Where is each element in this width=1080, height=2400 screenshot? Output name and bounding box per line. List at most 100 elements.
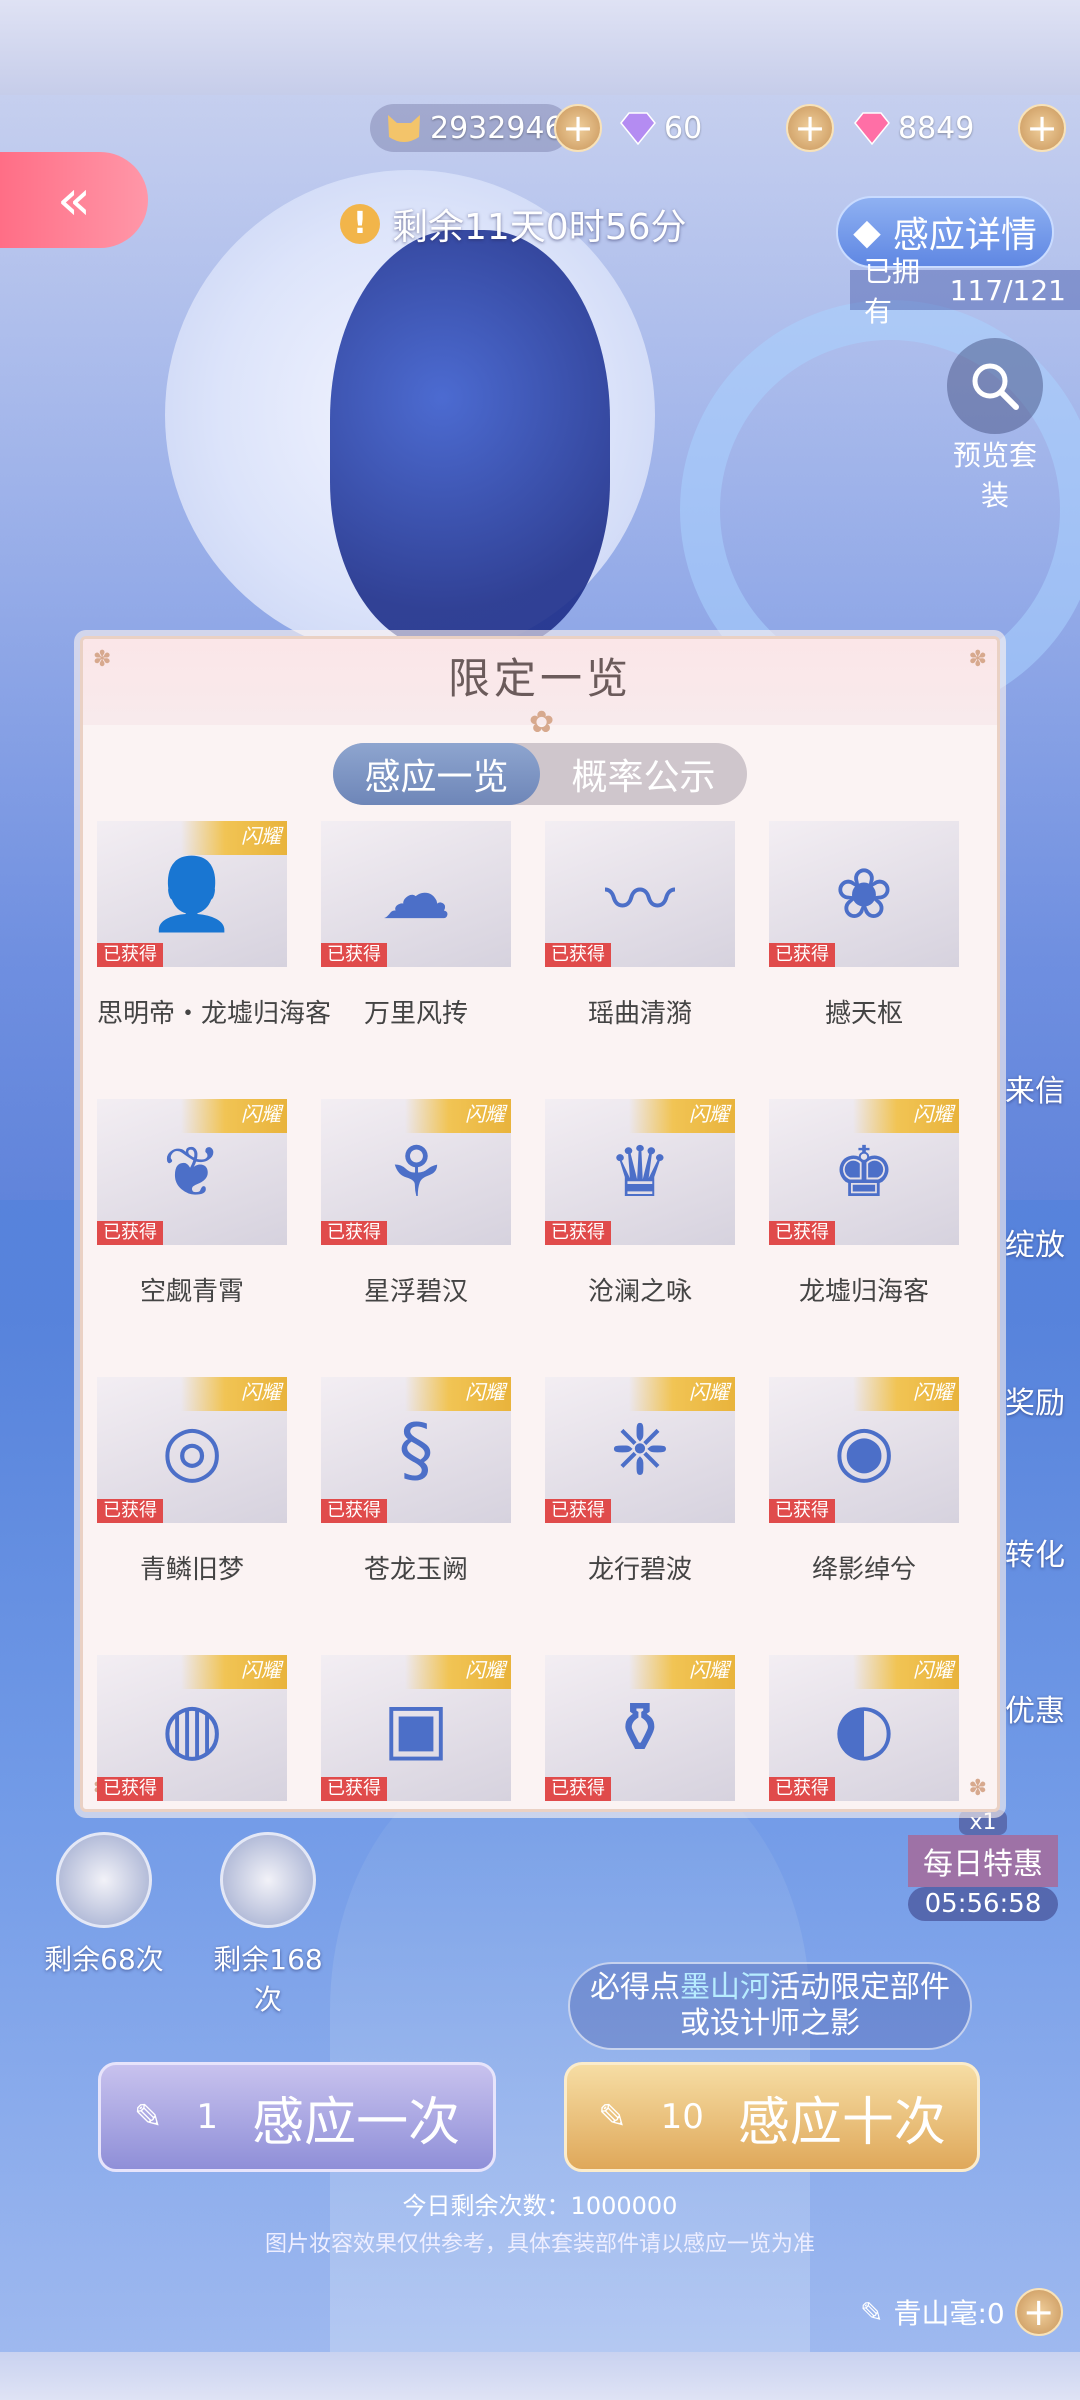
item-card[interactable]: § 闪耀 已获得 苍龙玉阙	[321, 1377, 511, 1586]
item-card[interactable]: ▣ 闪耀 已获得	[321, 1655, 511, 1801]
tab-overview[interactable]: 感应一览	[333, 743, 540, 805]
limited-overview-modal: 限定一览 ✿ ✽ ✽ ✽ ✽ 感应一览 概率公示 👤闪耀已获得思明帝・龙墟归海客…	[80, 636, 1000, 1812]
back-button[interactable]: «	[0, 152, 148, 248]
item-thumbnail: 👤 闪耀 已获得	[97, 821, 287, 967]
brush-icon: ✎	[860, 2295, 884, 2329]
side-menu-letter[interactable]: 来信	[990, 1066, 1080, 1110]
item-name: 青鳞旧梦	[139, 1555, 244, 1585]
add-coins-button[interactable]: +	[554, 104, 602, 152]
obtained-badge: 已获得	[321, 1221, 387, 1245]
pen-value: 青山毫:0	[893, 2297, 1005, 2330]
gem-value: 8849	[898, 110, 975, 146]
item-name: 龙墟归海客	[798, 1277, 929, 1307]
tab-probability[interactable]: 概率公示	[540, 743, 747, 805]
shine-ribbon: 闪耀	[181, 821, 287, 855]
item-thumbnail: ◉ 闪耀 已获得	[769, 1377, 959, 1523]
item-name: 星浮碧汉	[363, 1277, 468, 1307]
item-card[interactable]: ◉ 闪耀 已获得绛影绰兮	[769, 1377, 959, 1586]
shine-ribbon: 闪耀	[405, 1655, 511, 1689]
obtained-badge: 已获得	[321, 943, 387, 967]
item-thumbnail: ⚘ 闪耀 已获得	[321, 1099, 511, 1245]
item-thumbnail: ⚱ 闪耀 已获得	[545, 1655, 735, 1801]
flower-ornament-icon: ✿	[529, 705, 555, 740]
add-pen-button[interactable]: +	[1014, 2288, 1063, 2336]
shine-ribbon: 闪耀	[629, 1099, 735, 1133]
hairstyle-icon: ☁	[381, 853, 451, 935]
side-menu-reward[interactable]: 奖励	[990, 1378, 1080, 1422]
shine-ribbon: 闪耀	[853, 1377, 959, 1411]
obtained-badge: 已获得	[97, 943, 163, 967]
brush-icon: ✎	[598, 2097, 627, 2137]
event-timer: ! 剩余11天0时56分	[340, 196, 687, 252]
designer-shadow-1[interactable]: 剩余68次	[44, 1832, 164, 1978]
designer-remaining: 剩余68次	[44, 1943, 164, 1976]
obtained-badge: 已获得	[321, 1499, 387, 1523]
draw-once-count: 1	[196, 2097, 219, 2137]
obtained-badge: 已获得	[545, 1499, 611, 1523]
item-card[interactable]: ❦ 闪耀 已获得 空觑青霄	[97, 1099, 287, 1308]
preview-outfit-button[interactable]: 预览套装	[940, 338, 1050, 514]
item-thumbnail: § 闪耀 已获得	[321, 1377, 511, 1523]
obtained-badge: 已获得	[545, 1777, 611, 1801]
gem-currency: 8849	[852, 100, 974, 156]
character-hair-art	[330, 230, 610, 650]
notice-post: 活动限定部件	[770, 1970, 950, 2005]
pen-currency: ✎ 青山毫:0 +	[860, 2284, 1063, 2340]
side-menu-convert[interactable]: 转化	[990, 1530, 1080, 1574]
shine-ribbon: 闪耀	[405, 1377, 511, 1411]
item-card[interactable]: ⚘ 闪耀 已获得星浮碧汉	[321, 1099, 511, 1308]
draw-ten-button[interactable]: ✎ 10 感应十次	[564, 2062, 980, 2172]
designer-remaining: 剩余168次	[213, 1943, 323, 2016]
obtained-badge: 已获得	[769, 943, 835, 967]
owned-value: 117/121	[949, 273, 1066, 307]
obtained-badge: 已获得	[97, 1777, 163, 1801]
item-card[interactable]: ◐ 闪耀 已获得	[769, 1655, 959, 1801]
magnifier-icon	[947, 338, 1043, 434]
add-diamonds-button[interactable]: +	[786, 104, 834, 152]
exclamation-icon: !	[340, 204, 380, 244]
item-thumbnail: ❦ 闪耀 已获得	[97, 1099, 287, 1245]
modal-tabs: 感应一览 概率公示	[333, 743, 747, 805]
corner-flower-icon: ✽	[93, 647, 112, 672]
daily-deal[interactable]: x1 每日特惠 05:56:58	[908, 1810, 1058, 1921]
shine-ribbon: 闪耀	[853, 1099, 959, 1133]
item-card[interactable]: ⚱ 闪耀 已获得	[545, 1655, 735, 1801]
obtained-badge: 已获得	[97, 1221, 163, 1245]
item-card[interactable]: ♚ 闪耀 已获得 龙墟归海客	[769, 1099, 959, 1308]
item-card[interactable]: ❀ 已获得 撼天枢	[769, 821, 959, 1030]
draw-ten-count: 10	[660, 2097, 704, 2137]
shine-ribbon: 闪耀	[181, 1655, 287, 1689]
draw-once-button[interactable]: ✎ 1 感应一次	[98, 2062, 496, 2172]
avatar	[56, 1832, 152, 1928]
shine-ribbon: 闪耀	[629, 1377, 735, 1411]
item-name: 龙行碧波	[587, 1555, 692, 1585]
item-thumbnail: ❈ 闪耀 已获得	[545, 1377, 735, 1523]
item-card[interactable]: ☁ 已获得 万里风抟	[321, 821, 511, 1030]
shine-ribbon: 闪耀	[853, 1655, 959, 1689]
preview-label: 预览套装	[952, 439, 1037, 512]
brush-icon: ✎	[133, 2097, 163, 2137]
shine-ribbon: 闪耀	[629, 1655, 735, 1689]
item-card[interactable]: 〰已获得 瑶曲清漪	[545, 821, 735, 1030]
item-card[interactable]: 👤 闪耀 已获得 思明帝・龙墟归海客	[97, 821, 332, 1030]
add-gems-button[interactable]: +	[1018, 104, 1066, 152]
owned-prefix: 已拥有	[864, 255, 921, 328]
purple-diamond-icon	[618, 108, 658, 148]
designer-shadow-2[interactable]: 剩余168次	[208, 1832, 328, 2018]
item-card[interactable]: ❈ 闪耀 已获得 龙行碧波	[545, 1377, 735, 1586]
item-card[interactable]: ♛ 闪耀 已获得 沧澜之咏	[545, 1099, 735, 1308]
side-menu-discount[interactable]: 优惠	[990, 1686, 1080, 1730]
side-menu-bloom[interactable]: 绽放	[990, 1220, 1080, 1264]
item-thumbnail: ◎ 闪耀 已获得	[97, 1377, 287, 1523]
shine-ribbon: 闪耀	[181, 1377, 287, 1411]
top-strip	[0, 0, 1080, 95]
owned-count: 已拥有 117/121	[850, 255, 1080, 328]
dragon-ribbon-icon: 〰	[605, 858, 675, 941]
item-card[interactable]: ◍ 闪耀 已获得	[97, 1655, 287, 1801]
item-name: 思明帝・龙墟归海客	[97, 999, 332, 1029]
double-chevron-left-icon: «	[56, 167, 92, 233]
item-name: 绛影绰兮	[811, 1555, 916, 1585]
obtained-badge: 已获得	[545, 1221, 611, 1245]
item-card[interactable]: ◎ 闪耀 已获得青鳞旧梦	[97, 1377, 287, 1586]
cat-coin-icon	[384, 108, 424, 148]
